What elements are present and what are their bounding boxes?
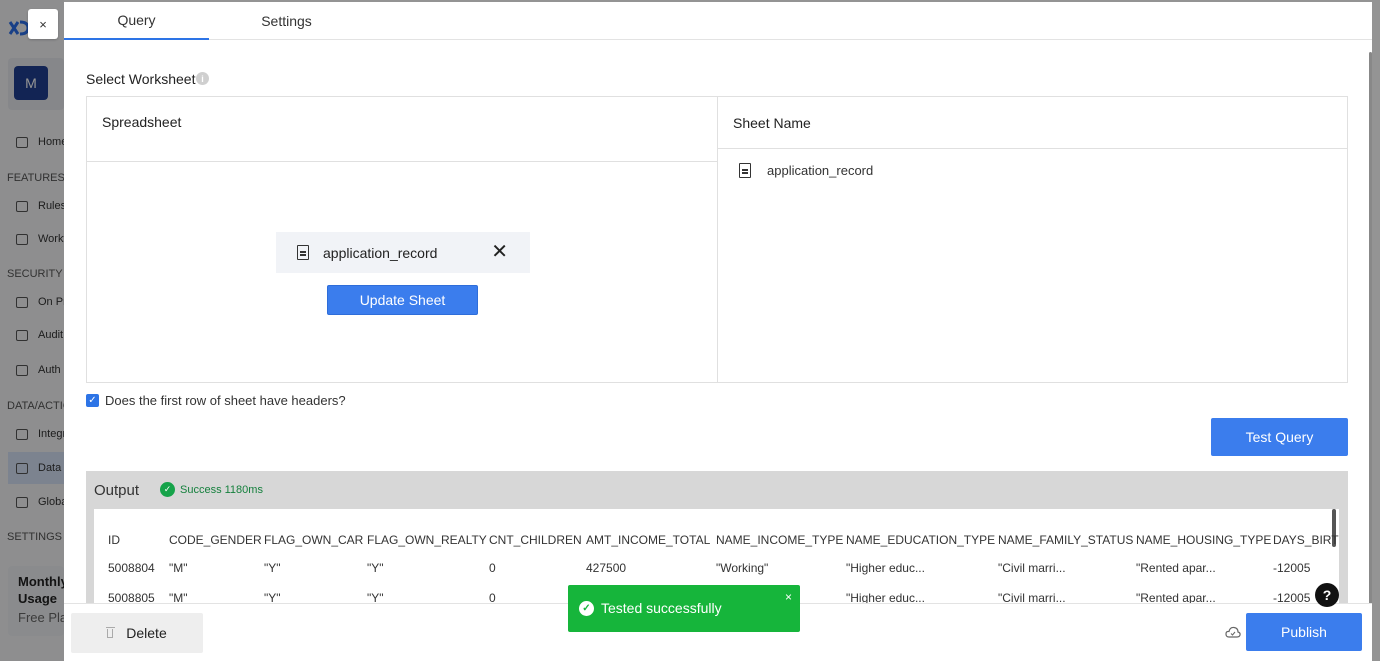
column-header: NAME_EDUCATION_TYPE bbox=[846, 533, 996, 547]
select-worksheet-title: Select Worksheet bbox=[86, 71, 196, 87]
status-badge: ✓ Success 1180ms bbox=[160, 482, 263, 497]
output-label: Output bbox=[94, 482, 140, 499]
column-header: NAME_FAMILY_STATUS bbox=[998, 533, 1134, 547]
table-header-row: ID CODE_GENDER FLAG_OWN_CAR FLAG_OWN_REALTY… bbox=[94, 533, 1339, 555]
column-header: ID bbox=[108, 533, 120, 547]
column-header: NAME_INCOME_TYPE bbox=[716, 533, 844, 547]
check-circle-icon: ✓ bbox=[160, 482, 175, 497]
drawer-scrollbar[interactable] bbox=[1369, 52, 1372, 607]
tab-bar: Query Settings bbox=[64, 2, 1372, 40]
delete-button[interactable]: Delete bbox=[71, 613, 203, 653]
column-header: FLAG_OWN_CAR bbox=[264, 533, 364, 547]
table-cell: "Civil marri... bbox=[998, 561, 1066, 575]
column-header: FLAG_OWN_REALTY bbox=[367, 533, 487, 547]
update-sheet-button[interactable]: Update Sheet bbox=[327, 285, 478, 315]
column-header: NAME_HOUSING_TYPE bbox=[1136, 533, 1272, 547]
info-icon[interactable]: i bbox=[196, 72, 209, 85]
table-cell: 5008804 bbox=[108, 561, 155, 575]
sheet-name-header: Sheet Name bbox=[718, 97, 1347, 149]
table-cell: "Working" bbox=[716, 561, 769, 575]
status-text: Success 1180ms bbox=[180, 483, 263, 496]
help-button[interactable]: ? bbox=[1315, 583, 1339, 607]
table-row[interactable]: 5008804 "M" "Y" "Y" 0 427500 "Working" "Higher … bbox=[94, 561, 1339, 583]
headers-checkbox[interactable]: ✓ bbox=[86, 394, 99, 407]
table-cell: 427500 bbox=[586, 561, 627, 575]
column-header: AMT_INCOME_TOTAL bbox=[586, 533, 711, 547]
publish-button[interactable]: Publish bbox=[1246, 613, 1362, 651]
toast-message: Tested successfully bbox=[601, 600, 722, 616]
success-toast: ✓ Tested successfully × bbox=[568, 585, 800, 632]
sheet-list-item[interactable]: application_record bbox=[739, 163, 873, 178]
headers-checkbox-label[interactable]: Does the first row of sheet have headers… bbox=[105, 393, 346, 408]
check-circle-icon: ✓ bbox=[579, 601, 594, 616]
column-header: CNT_CHILDREN bbox=[489, 533, 582, 547]
table-cell: "Y" bbox=[264, 561, 281, 575]
delete-button-label: Delete bbox=[126, 625, 167, 641]
trash-icon bbox=[106, 626, 116, 638]
selected-spreadsheet-name: application_record bbox=[323, 244, 438, 261]
tab-query[interactable]: Query bbox=[64, 2, 209, 40]
table-cell: "Rented apar... bbox=[1136, 561, 1216, 575]
sheet-name: application_record bbox=[767, 163, 874, 178]
worksheet-picker: Spreadsheet application_record ✕ Update … bbox=[86, 96, 1348, 383]
selected-spreadsheet: application_record ✕ bbox=[276, 232, 530, 273]
cloud-icon bbox=[1225, 625, 1241, 638]
column-header: DAYS_BIRTH bbox=[1273, 533, 1339, 547]
close-drawer-button[interactable]: × bbox=[28, 9, 58, 39]
headers-option: ✓ Does the first row of sheet have heade… bbox=[86, 393, 346, 408]
table-cell: 0 bbox=[489, 561, 496, 575]
file-icon bbox=[739, 163, 751, 178]
tab-settings[interactable]: Settings bbox=[214, 2, 359, 40]
sheet-name-pane: Sheet Name application_record bbox=[718, 97, 1347, 382]
clear-selection-icon[interactable]: ✕ bbox=[491, 242, 508, 262]
column-header: CODE_GENDER bbox=[169, 533, 262, 547]
test-query-button[interactable]: Test Query bbox=[1211, 418, 1348, 456]
spreadsheet-pane: Spreadsheet application_record ✕ Update … bbox=[87, 97, 718, 382]
query-drawer: Query Settings Select Worksheet i Spread… bbox=[64, 2, 1372, 661]
table-cell: "Y" bbox=[367, 561, 384, 575]
toast-close-icon[interactable]: × bbox=[785, 590, 792, 604]
file-icon bbox=[297, 245, 309, 260]
table-cell: "Higher educ... bbox=[846, 561, 925, 575]
spreadsheet-header: Spreadsheet bbox=[87, 97, 717, 162]
table-cell: -12005 bbox=[1273, 561, 1311, 575]
table-cell: "M" bbox=[169, 561, 188, 575]
